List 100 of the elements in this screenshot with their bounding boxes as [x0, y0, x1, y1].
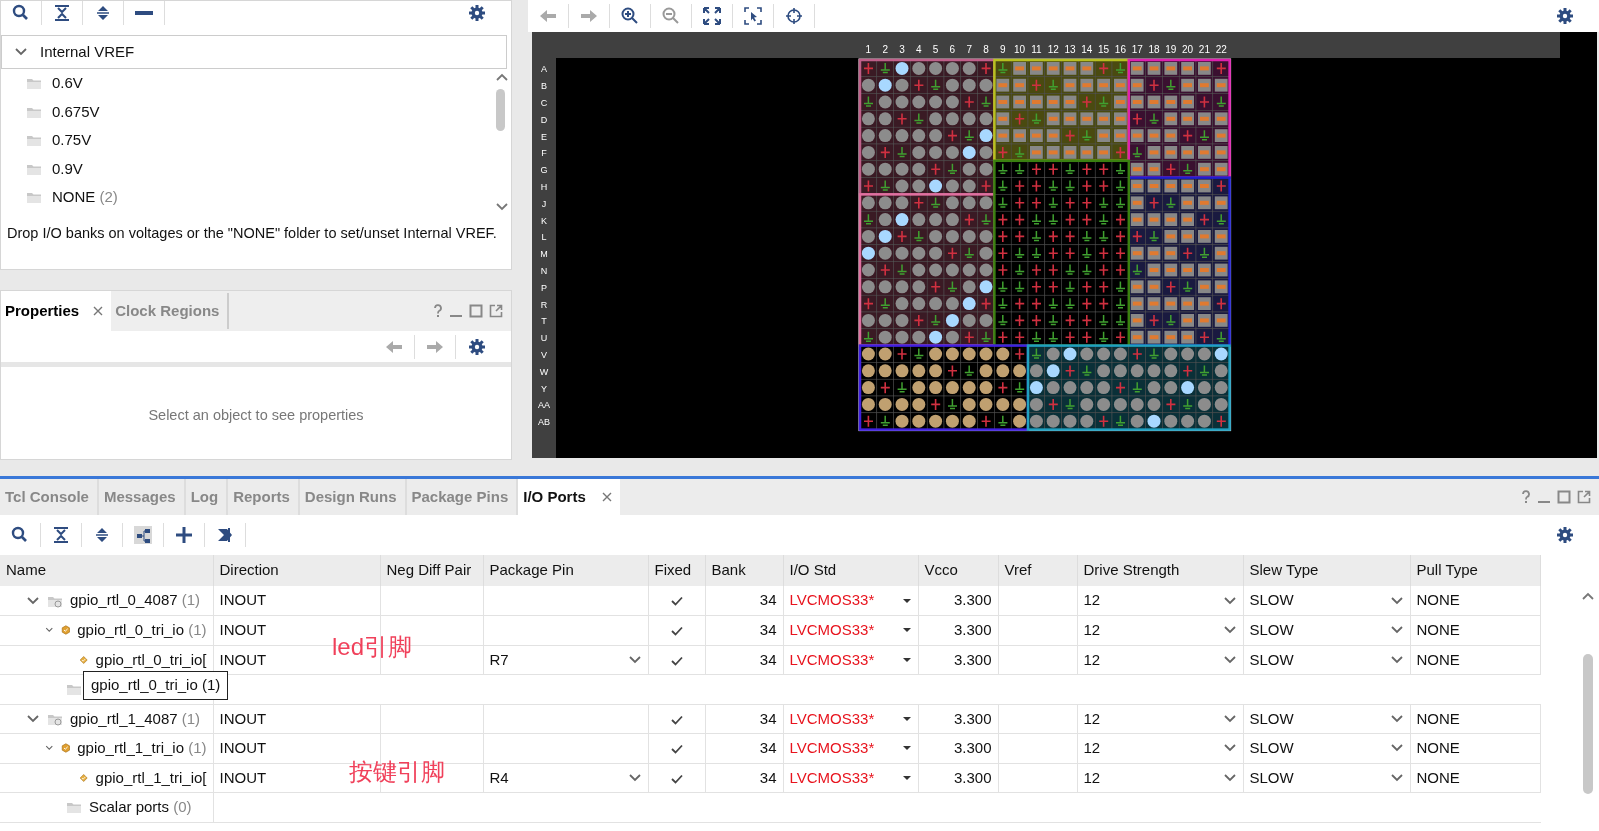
port-name[interactable]: gpio_rtl_1_4087 (1)	[70, 707, 201, 730]
table-cell[interactable]: LVCMOS33*	[789, 619, 875, 642]
table-cell[interactable]: NONE	[1416, 739, 1460, 756]
scroll-up-icon[interactable]	[495, 72, 509, 82]
maximize-icon[interactable]	[469, 304, 483, 318]
column-label: 3	[899, 44, 905, 55]
float-window-icon[interactable]	[1577, 490, 1591, 504]
table-cell[interactable]: 12	[1083, 648, 1101, 671]
dropdown-arrow-icon[interactable]	[901, 745, 912, 752]
table-cell[interactable]: SLOW	[1249, 737, 1294, 760]
table-cell[interactable]: 12	[1083, 737, 1101, 760]
table-cell: INOUT	[219, 739, 267, 756]
table-cell[interactable]: SLOW	[1249, 648, 1294, 671]
voltage-folder[interactable]: 0.675V	[52, 100, 100, 123]
voltage-folder[interactable]: 0.75V	[52, 129, 92, 152]
voltage-folder[interactable]: NONE (2)	[52, 186, 118, 209]
table-cell[interactable]: SLOW	[1249, 619, 1294, 642]
settings-icon	[1555, 526, 1574, 544]
row-label: AA	[538, 400, 550, 411]
port-name[interactable]: gpio_rtl_0_tri_io (1)	[77, 619, 207, 642]
collapse-all-icon	[53, 4, 71, 22]
package-pin-map-drawing[interactable]	[858, 58, 1232, 432]
settings-icon	[467, 4, 486, 22]
column-label: 15	[1098, 44, 1110, 55]
table-cell: INOUT	[219, 621, 267, 638]
port-name[interactable]: gpio_rtl_1_tri_io[	[95, 766, 207, 789]
column-header[interactable]: Name	[6, 561, 46, 579]
dropdown-arrow-icon[interactable]	[901, 597, 912, 604]
voltage-folder[interactable]: 0.6V	[52, 72, 83, 95]
dropdown-arrow-icon[interactable]	[901, 656, 912, 663]
table-cell: 3.300	[953, 739, 992, 756]
column-label: 4	[916, 44, 922, 55]
column-label: 18	[1148, 44, 1160, 55]
dropdown-arrow-icon[interactable]	[901, 774, 912, 781]
table-cell[interactable]: R4	[489, 766, 509, 789]
column-label: 10	[1014, 44, 1026, 55]
voltage-folder[interactable]: 0.9V	[52, 157, 83, 180]
row-label: C	[540, 98, 548, 108]
row-label: U	[540, 333, 548, 344]
check-icon[interactable]	[670, 655, 683, 666]
column-label: 16	[1114, 44, 1126, 55]
table-cell[interactable]: 12	[1083, 619, 1101, 642]
row-label: R	[540, 299, 548, 310]
scrollbar-thumb[interactable]	[496, 89, 505, 131]
row-label: J	[541, 198, 547, 209]
help-icon[interactable]	[433, 304, 443, 318]
table-cell[interactable]: 12	[1083, 766, 1101, 789]
search-icon	[11, 526, 29, 544]
dropdown-arrow-icon[interactable]	[901, 627, 912, 634]
check-icon[interactable]	[670, 773, 683, 784]
table-cell[interactable]: LVCMOS33*	[789, 589, 875, 612]
row-label: L	[541, 232, 547, 243]
scroll-up-icon[interactable]	[1581, 591, 1595, 601]
table-cell[interactable]: 12	[1083, 589, 1101, 612]
zoom-fit-icon	[703, 7, 721, 25]
close-icon[interactable]	[93, 306, 104, 316]
table-cell[interactable]: NONE	[1416, 621, 1460, 638]
maximize-icon[interactable]	[1557, 490, 1571, 504]
close-icon[interactable]	[601, 492, 612, 502]
table-cell[interactable]: NONE	[1416, 650, 1460, 668]
settings-icon	[467, 337, 486, 356]
scroll-down-icon[interactable]	[495, 202, 509, 212]
table-cell[interactable]: SLOW	[1249, 589, 1294, 612]
annotation-text: led引脚	[332, 632, 413, 662]
check-icon[interactable]	[670, 714, 683, 725]
port-name[interactable]: gpio_rtl_0_tri_io[	[95, 648, 207, 671]
group-by-interface-icon	[134, 526, 152, 544]
row-label: Y	[541, 383, 547, 394]
float-window-icon[interactable]	[489, 304, 503, 318]
row-label: F	[541, 148, 547, 159]
row-label: E	[541, 131, 547, 142]
table-cell[interactable]: NONE	[1416, 768, 1460, 786]
check-icon[interactable]	[670, 626, 683, 637]
table-cell[interactable]: LVCMOS33*	[789, 707, 875, 730]
table-cell[interactable]: LVCMOS33*	[789, 766, 875, 789]
port-name[interactable]: gpio_rtl_0_4087 (1)	[70, 589, 201, 612]
check-icon[interactable]	[670, 744, 683, 755]
scrollbar-thumb[interactable]	[1583, 654, 1593, 794]
tree-header: Internal VREF	[40, 41, 135, 62]
check-icon[interactable]	[670, 596, 683, 607]
table-cell[interactable]: SLOW	[1249, 707, 1294, 730]
tooltip: gpio_rtl_0_tri_io (1)	[83, 671, 229, 700]
table-cell[interactable]: LVCMOS33*	[789, 648, 875, 671]
column-label: 1	[865, 44, 872, 55]
help-icon[interactable]	[1521, 490, 1531, 504]
table-cell[interactable]: SLOW	[1249, 766, 1294, 789]
dropdown-arrow-icon[interactable]	[901, 715, 912, 722]
table-cell[interactable]: NONE	[1416, 709, 1460, 727]
column-label: 14	[1081, 44, 1093, 55]
port-name[interactable]: Scalar ports (0)	[89, 796, 192, 819]
column-label: 22	[1215, 44, 1227, 55]
column-label: 9	[1000, 44, 1006, 55]
add-icon	[175, 526, 193, 544]
row-label: P	[541, 282, 547, 293]
table-cell[interactable]: LVCMOS33*	[789, 737, 875, 760]
table-cell[interactable]: NONE	[1416, 591, 1460, 609]
table-cell: INOUT	[219, 591, 267, 609]
table-cell[interactable]: R7	[489, 648, 509, 671]
port-name[interactable]: gpio_rtl_1_tri_io (1)	[77, 737, 207, 760]
table-cell[interactable]: 12	[1083, 707, 1101, 730]
